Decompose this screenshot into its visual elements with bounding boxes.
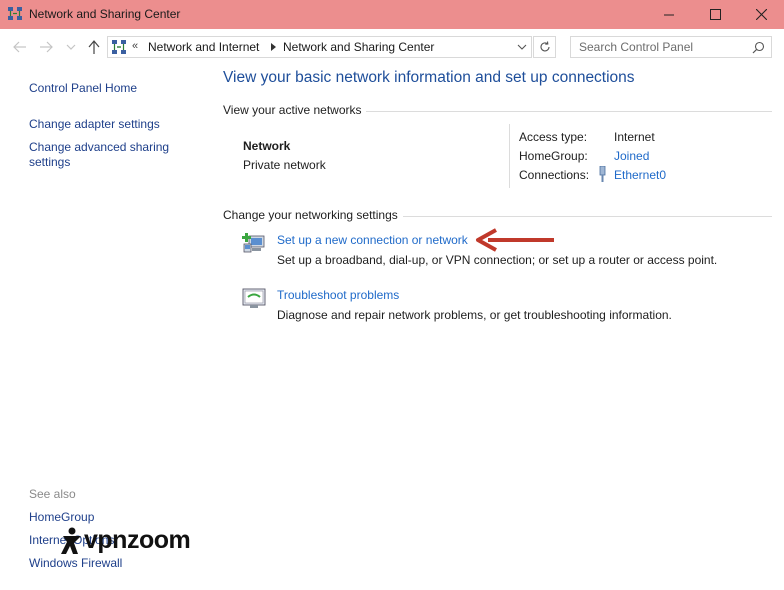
- breadcrumb-network-and-internet[interactable]: Network and Internet: [148, 40, 259, 54]
- address-bar[interactable]: « Network and Internet Network and Shari…: [107, 36, 532, 58]
- watermark-text: vpnzoom: [84, 526, 191, 554]
- close-button[interactable]: [738, 0, 784, 29]
- access-type-value: Internet: [614, 130, 655, 144]
- chevron-down-icon[interactable]: [517, 41, 527, 53]
- new-connection-icon: [242, 233, 265, 253]
- maximize-icon: [709, 9, 721, 20]
- change-adapter-settings-link[interactable]: Change adapter settings: [29, 117, 160, 132]
- search-box[interactable]: [570, 36, 772, 58]
- chevron-down-icon: [66, 44, 76, 50]
- ethernet-icon: [599, 166, 606, 182]
- network-type: Private network: [243, 158, 326, 172]
- troubleshoot-problems-description: Diagnose and repair network problems, or…: [277, 308, 672, 322]
- back-arrow-icon: [13, 41, 26, 53]
- ethernet0-connection-link[interactable]: Ethernet0: [614, 168, 666, 182]
- search-input[interactable]: [571, 37, 741, 57]
- network-center-icon: [112, 40, 126, 54]
- forward-arrow-icon: [40, 41, 53, 53]
- annotation-arrow-icon: [476, 228, 554, 252]
- connections-label: Connections:: [519, 168, 590, 182]
- change-advanced-sharing-settings-link-line2[interactable]: settings: [29, 155, 70, 170]
- divider: [509, 124, 510, 188]
- up-arrow-icon: [88, 40, 100, 54]
- forward-button[interactable]: [38, 39, 54, 55]
- recent-locations-button[interactable]: [63, 39, 79, 55]
- change-networking-settings-header: Change your networking settings: [223, 208, 398, 222]
- minimize-button[interactable]: [646, 0, 692, 29]
- navigation-bar: « Network and Internet Network and Shari…: [0, 29, 784, 65]
- minimize-icon: [664, 14, 674, 15]
- active-networks-header: View your active networks: [223, 103, 362, 117]
- divider: [366, 111, 772, 112]
- setup-new-connection-link[interactable]: Set up a new connection or network: [277, 233, 468, 247]
- title-bar: Network and Sharing Center: [0, 0, 784, 29]
- network-center-icon: [8, 7, 22, 20]
- breadcrumb-network-and-sharing-center[interactable]: Network and Sharing Center: [283, 40, 434, 54]
- divider: [403, 216, 772, 217]
- breadcrumb-overflow[interactable]: «: [132, 40, 138, 52]
- windows-firewall-link[interactable]: Windows Firewall: [29, 556, 122, 571]
- maximize-button[interactable]: [692, 0, 738, 29]
- back-button[interactable]: [12, 39, 28, 55]
- up-button[interactable]: [86, 39, 102, 55]
- search-icon[interactable]: [752, 41, 765, 54]
- refresh-button[interactable]: [533, 36, 556, 58]
- control-panel-home-link[interactable]: Control Panel Home: [29, 81, 137, 96]
- troubleshoot-icon: [242, 288, 266, 308]
- breadcrumb-chevron-icon[interactable]: [271, 43, 276, 51]
- page-title: View your basic network information and …: [223, 69, 635, 86]
- see-also-header: See also: [29, 487, 76, 501]
- change-advanced-sharing-settings-link[interactable]: Change advanced sharing: [29, 140, 169, 155]
- network-name: Network: [243, 139, 291, 153]
- window-title: Network and Sharing Center: [29, 7, 181, 21]
- setup-new-connection-description: Set up a broadband, dial-up, or VPN conn…: [277, 253, 718, 267]
- refresh-icon: [540, 41, 550, 52]
- vpnzoom-logo-icon: [61, 527, 81, 554]
- homegroup-joined-link[interactable]: Joined: [614, 149, 649, 163]
- close-icon: [755, 9, 767, 20]
- homegroup-label: HomeGroup:: [519, 149, 588, 163]
- troubleshoot-problems-link[interactable]: Troubleshoot problems: [277, 288, 399, 302]
- homegroup-link[interactable]: HomeGroup: [29, 510, 94, 525]
- access-type-label: Access type:: [519, 130, 588, 144]
